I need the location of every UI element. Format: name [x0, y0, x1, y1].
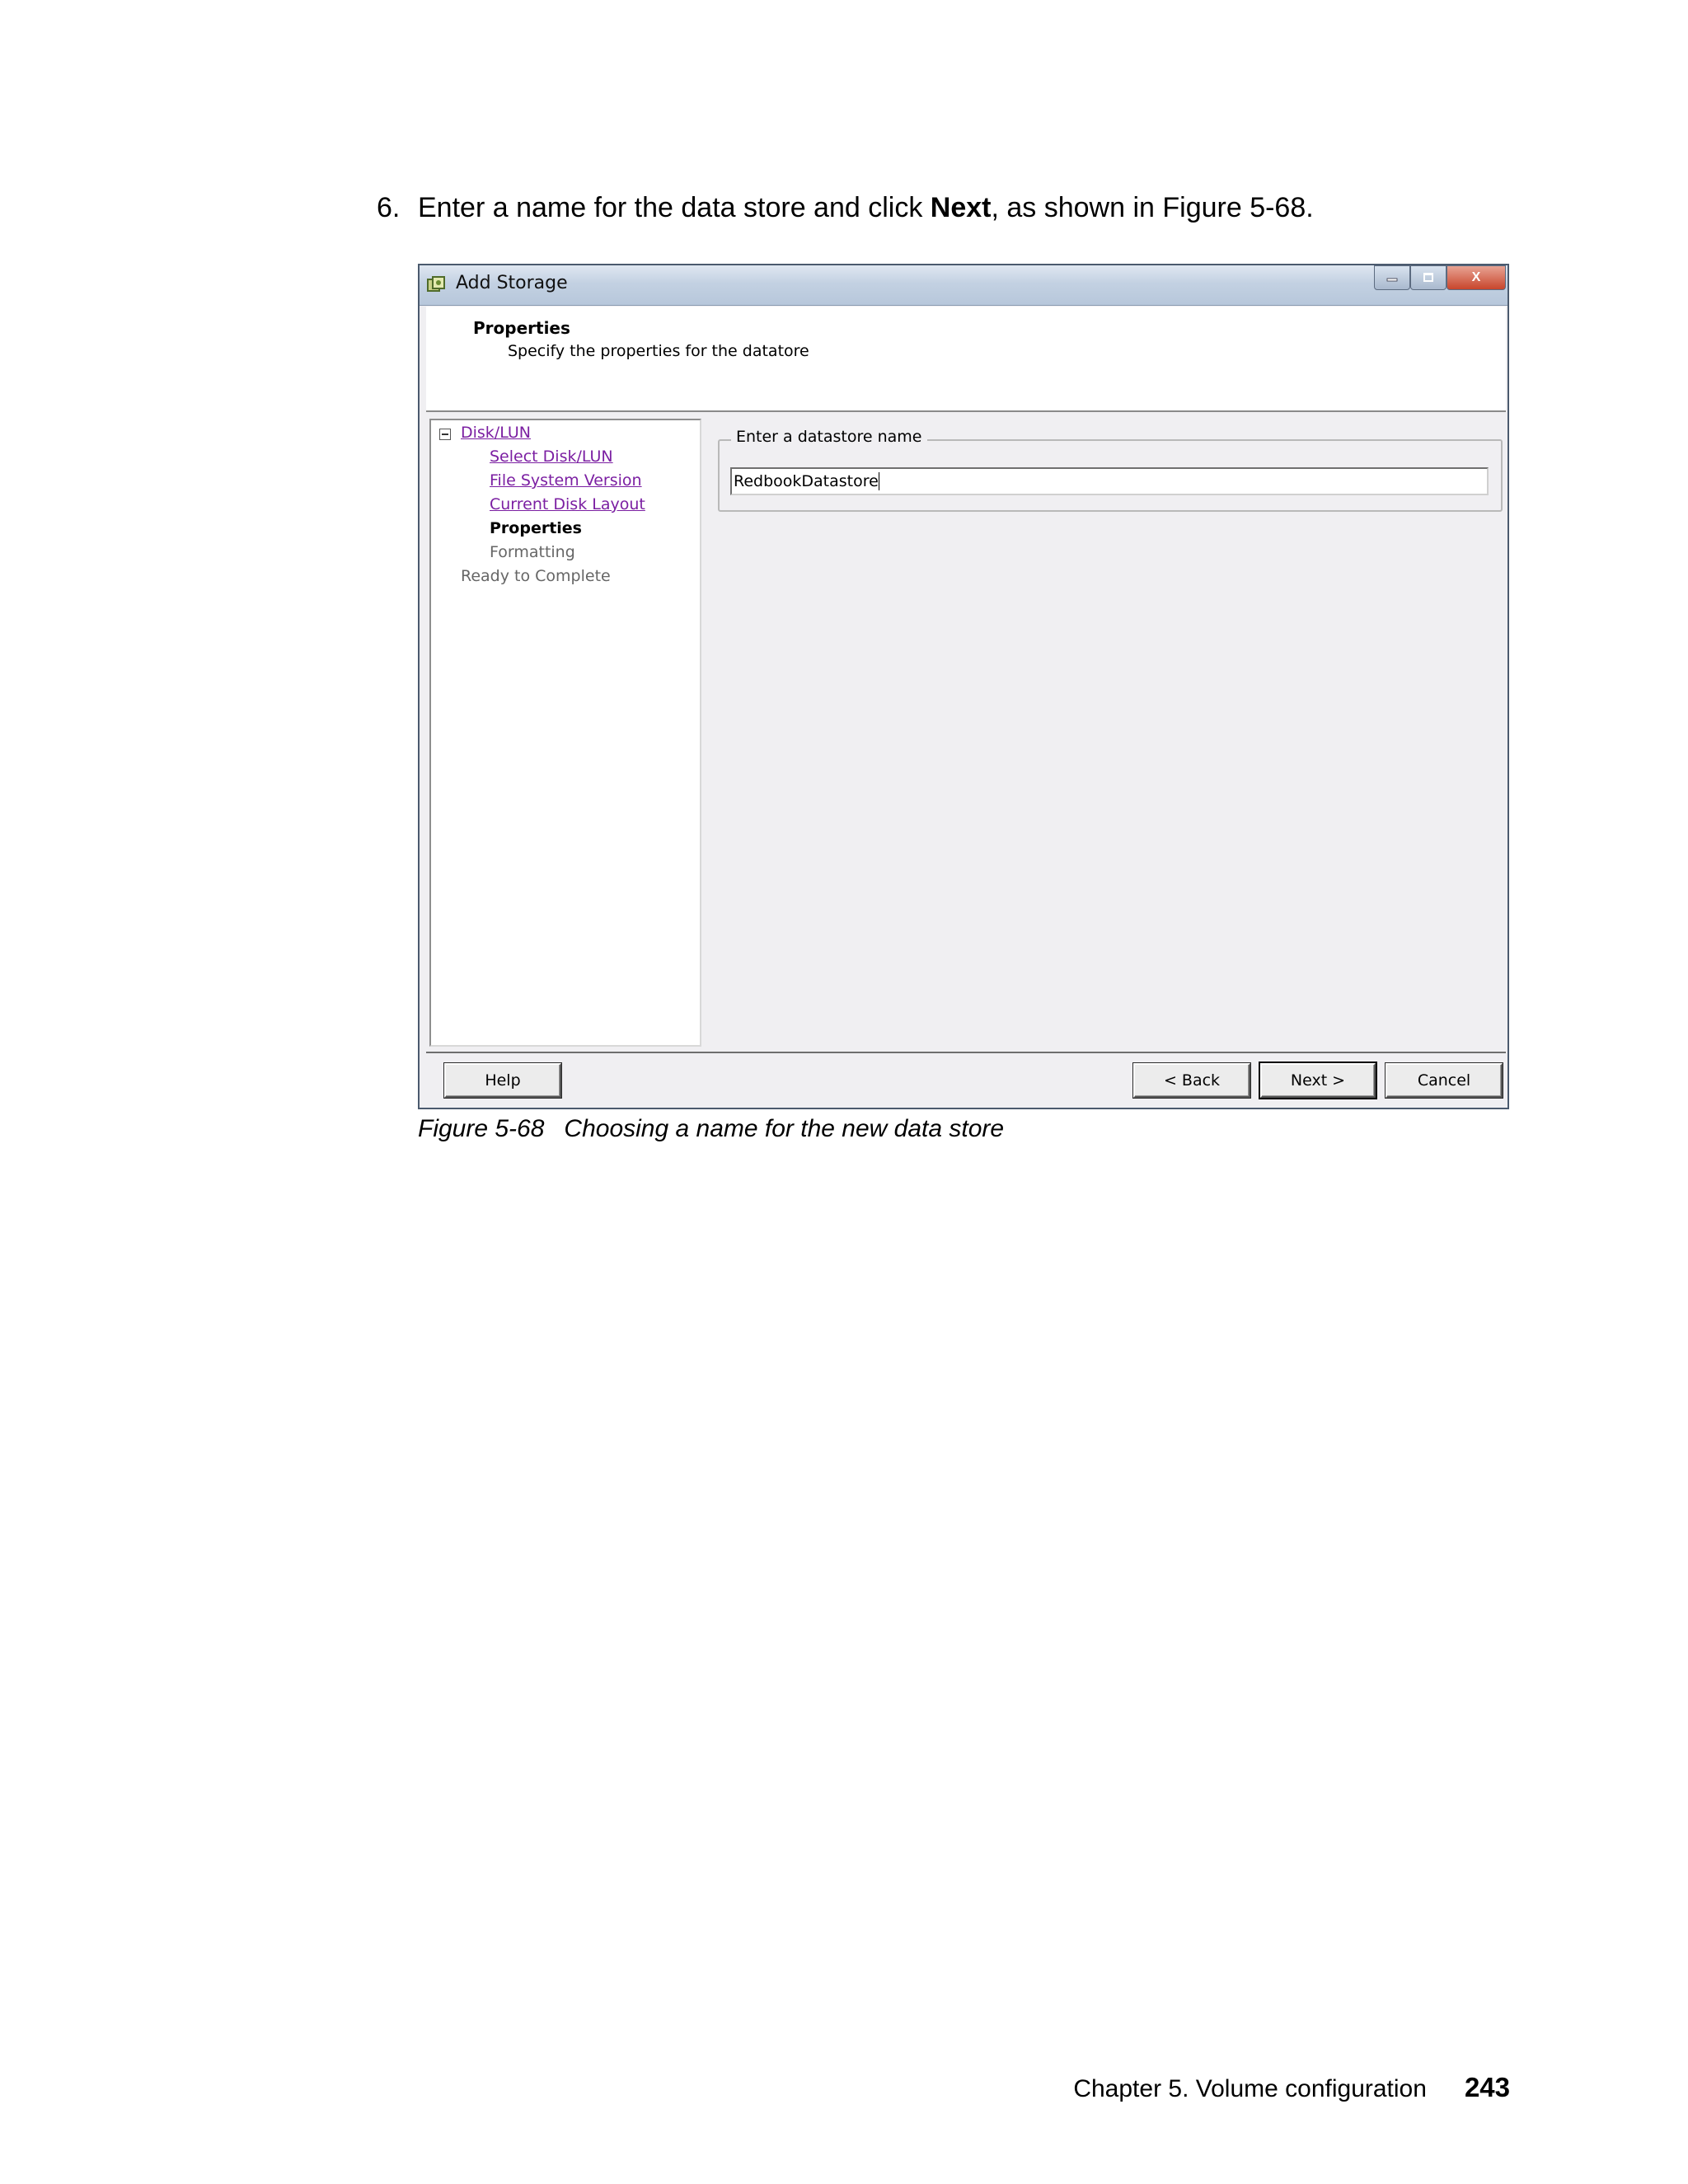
nav-file-system-version[interactable]: File System Version — [490, 471, 642, 490]
nav-ready-to-complete: Ready to Complete — [461, 567, 611, 585]
figure-caption-text: Choosing a name for the new data store — [564, 1115, 1005, 1142]
step-bold-next: Next — [930, 192, 992, 223]
page-footer: Chapter 5. Volume configuration 243 — [1073, 2072, 1510, 2103]
storage-icon — [427, 276, 445, 292]
datastore-name-input[interactable]: RedbookDatastore — [730, 467, 1489, 495]
title-bar[interactable]: Add Storage X — [420, 265, 1507, 306]
instruction-step: 6. Enter a name for the data store and cl… — [377, 188, 1314, 227]
nav-disk-lun[interactable]: Disk/LUN — [461, 424, 531, 442]
step-number: 6. — [377, 192, 401, 223]
window-controls: X — [1374, 265, 1506, 292]
minimize-icon — [1386, 278, 1398, 282]
step-text: Enter a name for the data store and clic… — [418, 192, 931, 223]
next-button[interactable]: Next > — [1260, 1063, 1376, 1098]
figure-caption: Figure 5-68 Choosing a name for the new d… — [418, 1109, 1004, 1149]
add-storage-dialog: Add Storage X Properties Specify the pro… — [418, 264, 1509, 1109]
datastore-name-value: RedbookDatastore — [734, 472, 879, 490]
dialog-footer: Help < Back Next > Cancel — [426, 1052, 1506, 1108]
maximize-button[interactable] — [1410, 265, 1447, 290]
nav-properties-current: Properties — [490, 519, 582, 537]
wizard-steps-panel: Disk/LUN Select Disk/LUN File System Ver… — [429, 419, 701, 1047]
header-title: Properties — [473, 318, 570, 338]
step-text-end: , as shown in Figure 5-68. — [991, 192, 1314, 223]
close-icon: X — [1471, 270, 1481, 284]
chapter-title: Chapter 5. Volume configuration — [1073, 2075, 1427, 2102]
collapse-icon[interactable] — [439, 429, 451, 440]
page-number: 243 — [1464, 2072, 1510, 2102]
maximize-icon — [1423, 273, 1433, 282]
figure-number: Figure 5-68 — [418, 1115, 545, 1142]
dialog-header: Properties Specify the properties for th… — [426, 307, 1506, 412]
nav-formatting: Formatting — [490, 543, 575, 561]
back-button[interactable]: < Back — [1133, 1063, 1250, 1098]
datastore-name-group: Enter a datastore name RedbookDatastore — [718, 428, 1503, 512]
cancel-button[interactable]: Cancel — [1386, 1063, 1503, 1098]
nav-select-disk-lun[interactable]: Select Disk/LUN — [490, 448, 613, 466]
header-subtitle: Specify the properties for the datatore — [508, 342, 809, 360]
minimize-button[interactable] — [1374, 265, 1410, 290]
datastore-name-label: Enter a datastore name — [731, 428, 927, 446]
nav-current-disk-layout[interactable]: Current Disk Layout — [490, 495, 645, 513]
help-button[interactable]: Help — [444, 1063, 561, 1098]
close-button[interactable]: X — [1447, 265, 1506, 290]
dialog-title: Add Storage — [456, 273, 568, 293]
